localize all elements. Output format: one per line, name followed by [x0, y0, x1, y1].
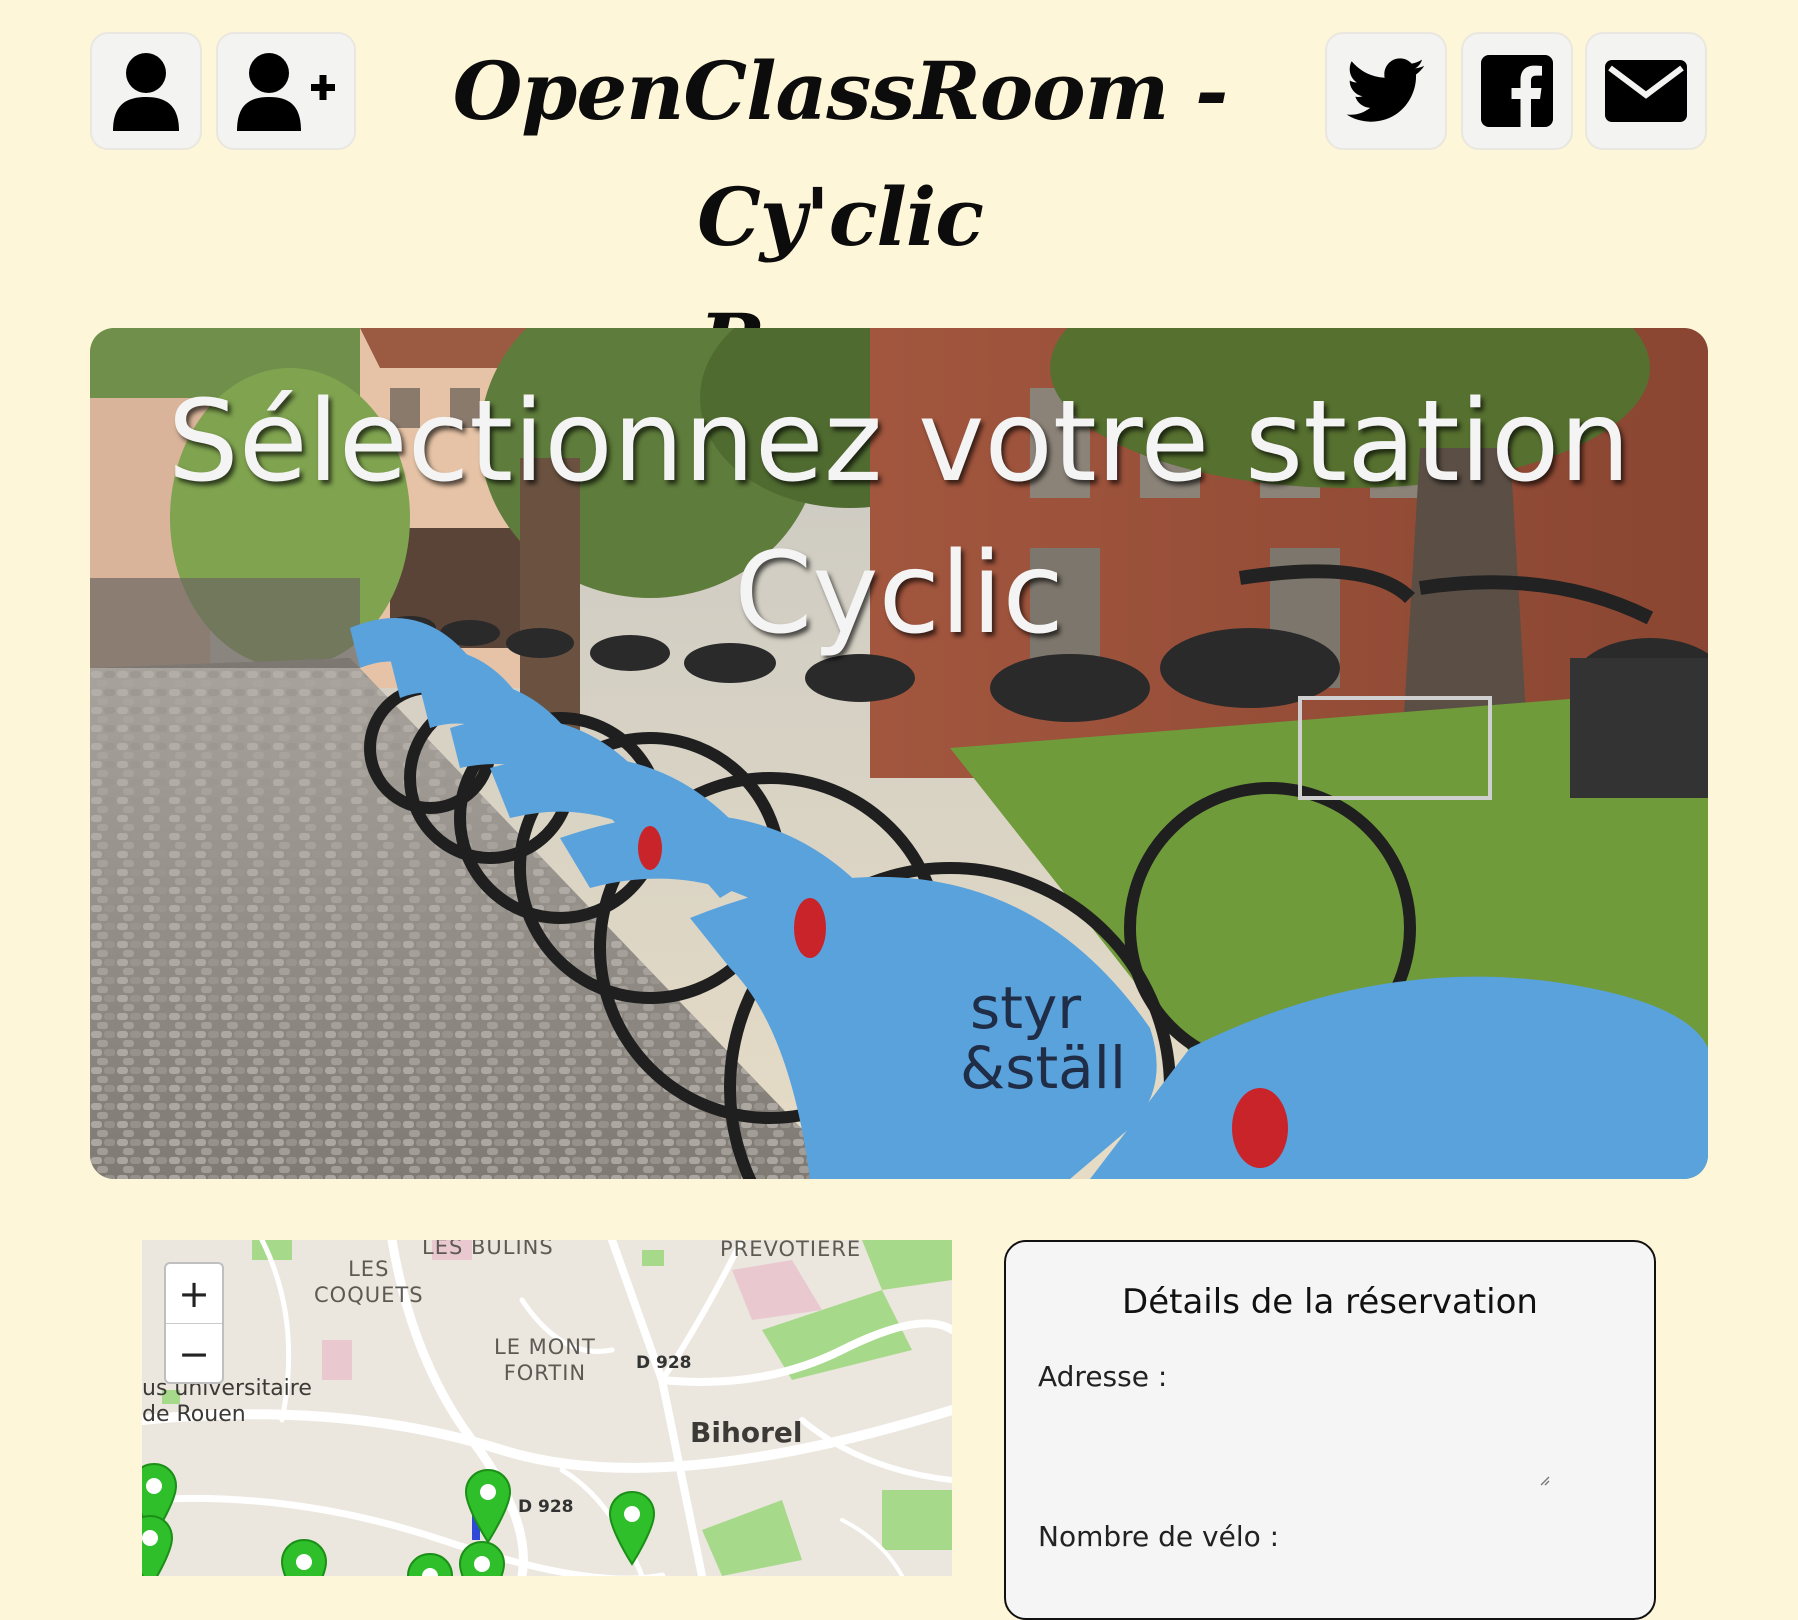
station-marker[interactable]	[406, 1552, 454, 1576]
hero-title-line1: Sélectionnez votre station	[167, 377, 1631, 507]
zoom-out-button[interactable]: −	[166, 1324, 222, 1382]
address-label: Adresse :	[1038, 1360, 1168, 1393]
user-plus-icon	[237, 53, 335, 131]
station-marker[interactable]	[142, 1514, 174, 1576]
station-marker[interactable]	[608, 1490, 656, 1566]
reservation-panel: Détails de la réservation Adresse : Nomb…	[1004, 1240, 1656, 1620]
map-zoom-control: + −	[164, 1262, 224, 1384]
map-label-bihorel: Bihorel	[690, 1416, 803, 1449]
user-icon	[113, 53, 179, 131]
map-label-le-mont-line2: FORTIN	[503, 1361, 587, 1385]
address-textarea-resize-handle[interactable]	[1538, 1474, 1550, 1486]
station-marker[interactable]	[464, 1468, 512, 1544]
hero-banner: styr &ställ Sélectionnez votre station C…	[90, 328, 1708, 1179]
map-label-les-coquets: LES COQUETS	[314, 1256, 424, 1308]
twitter-icon	[1346, 58, 1425, 122]
map-label-campus-line2: de Rouen	[142, 1402, 246, 1427]
facebook-button[interactable]	[1461, 32, 1573, 150]
svg-text:&ställ: &ställ	[960, 1034, 1126, 1102]
register-button[interactable]	[216, 32, 356, 150]
hero-title: Sélectionnez votre station Cyclic	[90, 366, 1708, 670]
mail-button[interactable]	[1585, 32, 1707, 150]
zoom-in-button[interactable]: +	[166, 1264, 222, 1324]
map-label-d928-bottom: D 928	[518, 1497, 574, 1517]
hero-title-line2: Cyclic	[734, 529, 1064, 659]
map-label-le-mont-line1: LE MONT	[494, 1335, 596, 1359]
station-marker[interactable]	[458, 1540, 506, 1576]
map-label-les-bulins: LES BULINS	[422, 1240, 554, 1259]
twitter-button[interactable]	[1325, 32, 1447, 150]
station-marker[interactable]	[280, 1538, 328, 1576]
site-title-line1: OpenClassRoom - Cy'clic	[452, 44, 1229, 264]
reservation-title: Détails de la réservation	[1122, 1282, 1538, 1322]
map-label-d928-top: D 928	[636, 1353, 692, 1373]
svg-text:styr: styr	[970, 974, 1081, 1042]
login-button[interactable]	[90, 32, 202, 150]
map-label-les-coquets-line1: LES	[348, 1257, 390, 1281]
envelope-icon	[1605, 60, 1687, 122]
map-label-prevotiere: PREVOTIERE	[720, 1240, 862, 1261]
map-label-le-mont-fortin: LE MONT FORTIN	[494, 1334, 596, 1386]
bikes-count-label: Nombre de vélo :	[1038, 1520, 1280, 1553]
map-label-les-coquets-line2: COQUETS	[314, 1283, 424, 1307]
station-map[interactable]: LES BULINS PREVOTIERE LES COQUETS LE MON…	[142, 1240, 952, 1576]
facebook-icon	[1481, 55, 1553, 127]
